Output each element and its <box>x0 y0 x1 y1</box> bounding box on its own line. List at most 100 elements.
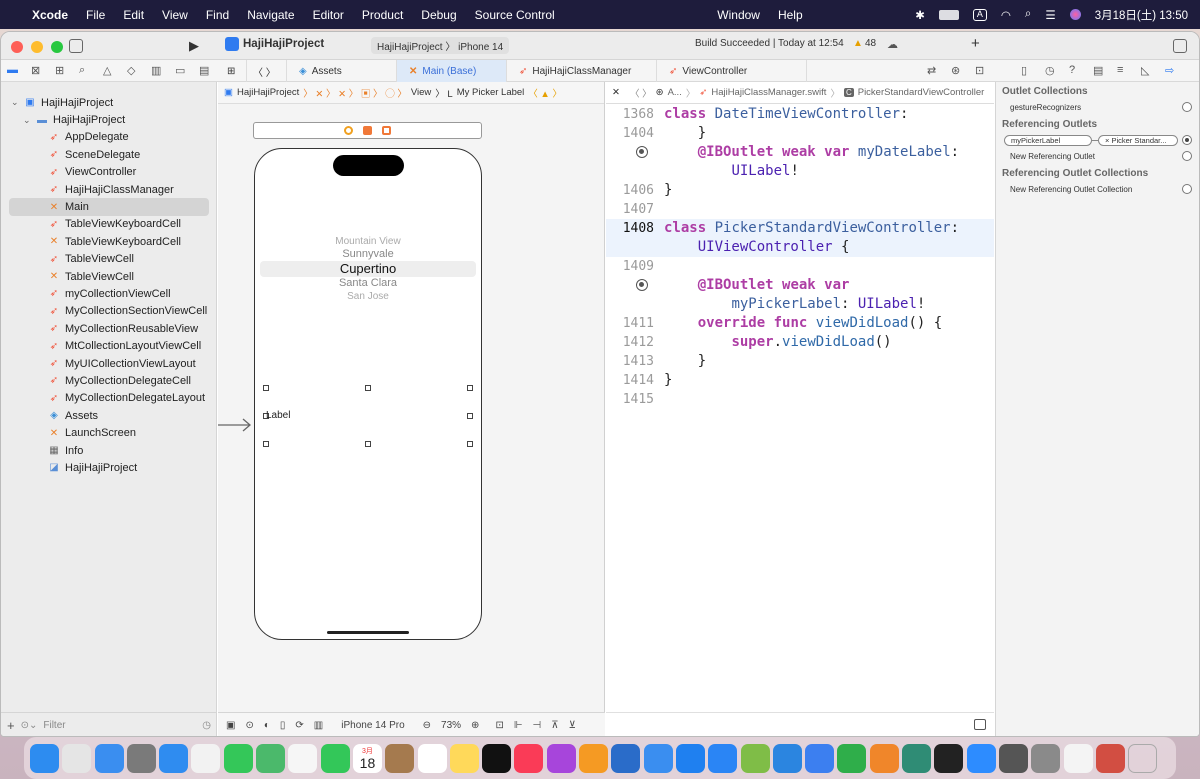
code-line[interactable]: 1408 class PickerStandardViewController: <box>606 219 994 238</box>
cloud-icon[interactable]: ☁ <box>887 38 898 51</box>
numbers-icon[interactable] <box>837 743 867 773</box>
outlet-name-pill[interactable]: myPickerLabel <box>1004 134 1092 146</box>
reminders-icon[interactable] <box>417 743 447 773</box>
tab-view-controller[interactable]: ➶ ViewController <box>657 60 807 82</box>
history-icon[interactable]: ◷ <box>1045 64 1055 77</box>
add-icon[interactable]: + <box>7 718 15 733</box>
facetime-icon[interactable] <box>320 743 350 773</box>
size-icon[interactable]: ◺ <box>1141 64 1149 77</box>
resize-handle[interactable] <box>263 441 269 447</box>
device-icon[interactable]: ▯ <box>280 720 286 731</box>
terminal-icon[interactable] <box>934 743 964 773</box>
podcasts-icon[interactable] <box>546 743 576 773</box>
update-frames-icon[interactable]: ⊡ <box>495 720 503 731</box>
resize-handle[interactable] <box>365 385 371 391</box>
issue-icon[interactable]: △ <box>103 64 111 77</box>
picker-row[interactable]: San Jose <box>260 290 476 303</box>
code-line[interactable]: 1413 } <box>606 352 994 371</box>
navigator-item[interactable]: ➶ myCollectionViewCell <box>9 285 209 302</box>
breadcrumb-project[interactable]: HajiHajiProject <box>237 87 299 98</box>
code-line[interactable]: 1368 class DateTimeViewController: <box>606 105 994 124</box>
add-constraints-icon[interactable]: ⊣ <box>533 720 542 731</box>
exit-icon[interactable] <box>382 126 391 135</box>
related-icon[interactable]: ⊛ <box>951 64 960 77</box>
siri-icon[interactable] <box>1069 9 1081 20</box>
filter-input[interactable]: Filter <box>43 720 196 731</box>
menu-window[interactable]: Window <box>717 8 760 22</box>
code-line[interactable]: UIViewController { <box>606 238 994 257</box>
navigator-item[interactable]: ⌄ ▣ HajiHajiProject <box>9 94 209 111</box>
battery-icon[interactable] <box>938 9 959 20</box>
code-line[interactable]: 1414} <box>606 371 994 390</box>
align-icon[interactable]: ⊩ <box>514 720 523 731</box>
navigator-item[interactable]: ✕ TableViewCell <box>9 268 209 285</box>
split-view-icon[interactable]: ▥ <box>314 720 323 731</box>
test-icon[interactable]: ◇ <box>127 64 135 77</box>
app-store-icon[interactable] <box>708 743 738 773</box>
menu-navigate[interactable]: Navigate <box>247 8 294 22</box>
navigator-item[interactable]: ⌄ ▬ HajiHajiProject <box>9 111 209 128</box>
split-icon[interactable]: ⊡ <box>975 64 984 77</box>
attributes-icon[interactable]: ≡ <box>1117 64 1123 76</box>
find-icon[interactable]: ⌕ <box>79 64 85 77</box>
search-icon[interactable]: ⌕ <box>1025 8 1031 21</box>
menu-edit[interactable]: Edit <box>123 8 144 22</box>
nav-back-forward[interactable]: 〈 〉 <box>630 86 652 100</box>
chrome-icon[interactable] <box>191 743 221 773</box>
code-line[interactable]: 1407 <box>606 200 994 219</box>
breadcrumb-class[interactable]: PickerStandardViewController <box>858 87 985 98</box>
new-ref-collection-row[interactable]: New Referencing Outlet Collection <box>996 181 1199 197</box>
zoom-icon[interactable] <box>966 743 996 773</box>
outlet-target-pill[interactable]: × Picker Standar... <box>1098 134 1178 146</box>
first-responder-icon[interactable] <box>363 126 372 135</box>
navigator-item[interactable]: ➶ TableViewCell <box>9 251 209 268</box>
messages-icon[interactable] <box>223 743 253 773</box>
sidebar-toggle-icon[interactable] <box>69 39 83 53</box>
safari-icon[interactable] <box>159 743 189 773</box>
code-line[interactable]: 1415 <box>606 390 994 409</box>
file-inspector-icon[interactable]: ▯ <box>1021 64 1027 77</box>
pages-icon[interactable] <box>869 743 899 773</box>
maps-icon[interactable] <box>256 743 286 773</box>
nav-back-forward[interactable]: 〈 〉 <box>247 60 287 82</box>
code-line[interactable]: 1406} <box>606 181 994 200</box>
minimize-button[interactable] <box>31 41 43 53</box>
connection-circle-filled[interactable] <box>1182 135 1192 145</box>
books-icon[interactable] <box>579 743 609 773</box>
picker-row[interactable]: Sunnyvale <box>260 248 476 261</box>
related-items-icon[interactable]: ⊛ <box>656 87 664 98</box>
warning-icon[interactable]: ▲ <box>853 38 863 49</box>
connection-circle[interactable] <box>1182 102 1192 112</box>
menu-debug[interactable]: Debug <box>421 8 456 22</box>
debug-icon[interactable]: ▥ <box>151 64 161 77</box>
menu-help[interactable]: Help <box>778 8 803 22</box>
tab-assets[interactable]: ◈ Assets <box>287 60 397 82</box>
navigator-item[interactable]: ➶ TableViewKeyboardCell <box>9 216 209 233</box>
navigator-item[interactable]: ➶ MyCollectionDelegateCell <box>9 372 209 389</box>
hierarchy-icon[interactable]: ⊞ <box>55 64 64 77</box>
identity-icon[interactable]: ▤ <box>1093 64 1103 77</box>
launchpad-icon[interactable] <box>62 743 92 773</box>
resize-handle[interactable] <box>467 385 473 391</box>
appearance-icon[interactable]: ⊙ <box>245 720 253 731</box>
navigator-item[interactable]: ➶ MtCollectionLayoutViewCell <box>9 337 209 354</box>
menu-editor[interactable]: Editor <box>313 8 344 22</box>
zoom-in-icon[interactable]: ⊕ <box>471 720 479 731</box>
help-icon[interactable]: ? <box>1069 64 1075 76</box>
calculator-icon[interactable] <box>998 743 1028 773</box>
close-button[interactable] <box>11 41 23 53</box>
add-icon[interactable]: + <box>971 35 980 52</box>
zoom-level[interactable]: 73% <box>441 720 461 731</box>
notes-icon[interactable] <box>449 743 479 773</box>
breakpoint-icon[interactable]: ▭ <box>175 64 185 77</box>
notes-brown-icon[interactable] <box>385 743 415 773</box>
recent-icon[interactable]: ◷ <box>202 720 211 731</box>
menu-source-control[interactable]: Source Control <box>475 8 555 22</box>
resize-handle[interactable] <box>467 413 473 419</box>
navigator-item[interactable]: ➶ ViewController <box>9 164 209 181</box>
code-line[interactable]: myPickerLabel: UILabel! <box>606 295 994 314</box>
resize-handle[interactable] <box>467 441 473 447</box>
navigator-item[interactable]: ➶ MyUICollectionViewLayout <box>9 355 209 372</box>
close-editor-icon[interactable]: ✕ <box>612 87 620 98</box>
console-toggle-icon[interactable] <box>974 719 986 730</box>
